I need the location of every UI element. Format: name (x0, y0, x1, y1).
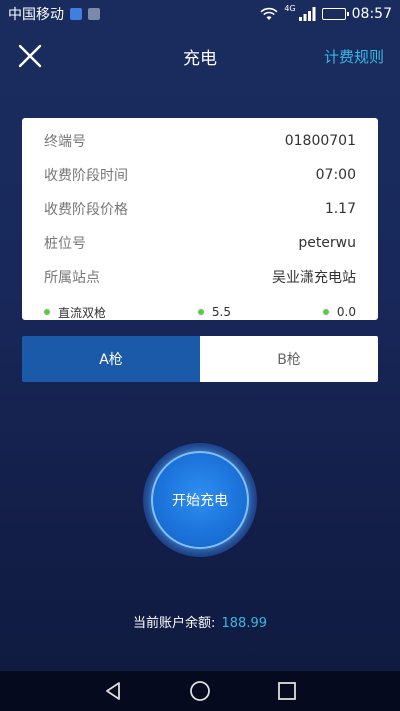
status-text: 0.0 (336, 305, 356, 319)
wifi-icon (260, 7, 278, 20)
status-item-gun-type: 直流双枪 (44, 304, 106, 321)
billing-rules-link[interactable]: 计费规则 (324, 46, 384, 67)
info-label: 终端号 (44, 134, 86, 150)
info-label: 所属站点 (44, 270, 100, 286)
info-row-period-time: 收费阶段时间 07:00 (44, 158, 356, 192)
info-label: 收费阶段时间 (44, 168, 128, 184)
status-dot-icon (197, 309, 204, 315)
info-label: 收费阶段价格 (44, 202, 128, 218)
info-row-period-price: 收费阶段价格 1.17 (44, 192, 356, 226)
close-icon[interactable] (16, 42, 44, 70)
balance-label: 当前账户余额: (132, 616, 216, 631)
carrier-name: 中国移动 (8, 7, 64, 23)
status-bar-left: 中国移动 (8, 4, 100, 24)
status-text: 5.5 (211, 305, 231, 319)
back-triangle-icon[interactable] (101, 679, 125, 703)
info-label: 桩位号 (44, 236, 86, 252)
balance-amount: 188.99 (221, 616, 268, 631)
app-notification-icon (70, 8, 82, 20)
info-row-terminal: 终端号 01800701 (44, 124, 356, 158)
status-item-current: 0.0 (322, 305, 356, 319)
info-row-station: 所属站点 吴业潇充电站 (44, 260, 356, 294)
network-type: 4G (284, 3, 296, 13)
battery-icon (321, 8, 349, 20)
gun-tabs: A枪 B枪 (22, 336, 378, 382)
clock: 08:57 (351, 6, 392, 22)
status-text: 直流双枪 (58, 305, 107, 320)
start-charging-halo: 开始充电 (143, 443, 257, 557)
home-circle-icon[interactable] (188, 679, 212, 703)
info-value: 01800701 (284, 133, 356, 149)
info-value: 吴业潇充电站 (272, 270, 356, 286)
status-bar: 中国移动 4G 08:57 (0, 0, 400, 28)
terminal-info-card: 终端号 01800701 收费阶段时间 07:00 收费阶段价格 1.17 桩位… (22, 118, 378, 320)
recents-square-icon[interactable] (275, 679, 299, 703)
status-dot-icon (322, 309, 329, 315)
start-charging-button[interactable]: 开始充电 (151, 451, 249, 549)
tab-gun-b[interactable]: B枪 (200, 336, 378, 382)
tab-gun-a[interactable]: A枪 (22, 336, 200, 382)
system-nav-bar (0, 671, 400, 711)
status-item-power: 5.5 (197, 305, 231, 319)
info-value: peterwu (298, 235, 356, 251)
header: 充电 计费规则 (0, 28, 400, 84)
status-bar-right: 4G 08:57 (260, 3, 392, 22)
account-balance: 当前账户余额: 188.99 (0, 612, 400, 631)
page-title: 充电 (183, 48, 217, 69)
signal-icon (298, 7, 316, 21)
status-dot-icon (44, 309, 50, 315)
card-status-footer: 直流双枪 5.5 0.0 (44, 296, 356, 328)
image-notification-icon (88, 8, 100, 20)
info-value: 07:00 (315, 167, 356, 183)
info-value: 1.17 (324, 201, 356, 217)
info-row-pile-number: 桩位号 peterwu (44, 226, 356, 260)
